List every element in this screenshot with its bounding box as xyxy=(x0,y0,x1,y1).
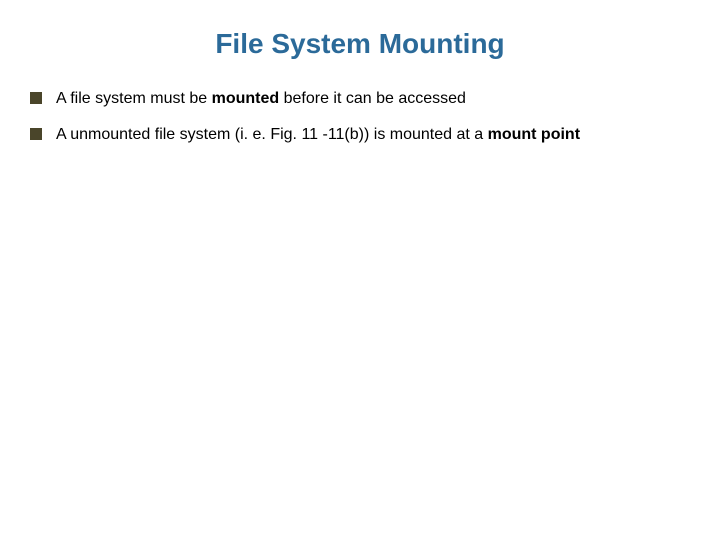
bullet-text-pre: A unmounted file system (i. e. Fig. 11 -… xyxy=(56,126,488,143)
list-item: A unmounted file system (i. e. Fig. 11 -… xyxy=(30,124,684,146)
slide-title: File System Mounting xyxy=(30,28,690,60)
list-item: A file system must be mounted before it … xyxy=(30,88,684,110)
bullet-text-mid: before it can be accessed xyxy=(279,90,466,107)
bullet-text-pre: A file system must be xyxy=(56,90,212,107)
square-bullet-icon xyxy=(30,92,42,104)
bullet-text-bold: mounted xyxy=(212,90,280,107)
bullet-list: A file system must be mounted before it … xyxy=(30,88,690,145)
slide: File System Mounting A file system must … xyxy=(0,0,720,540)
bullet-text-bold: mount point xyxy=(488,126,580,143)
square-bullet-icon xyxy=(30,128,42,140)
